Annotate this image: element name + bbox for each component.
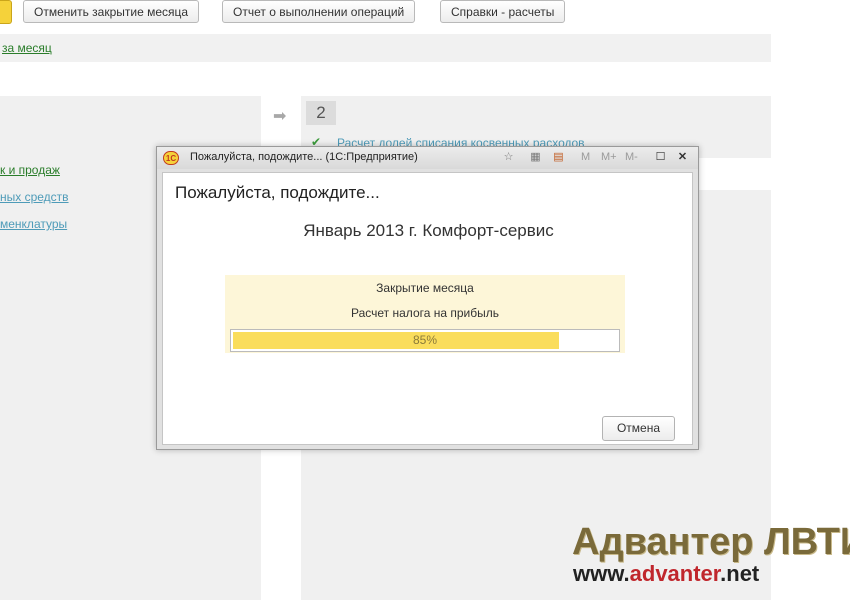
memory-m-button[interactable]: M: [581, 151, 590, 163]
subheader-band: [0, 34, 771, 62]
dialog-title: Пожалуйста, подождите... (1С:Предприятие…: [190, 151, 418, 163]
operation-label: Закрытие месяца: [376, 281, 474, 295]
watermark-url-suffix: .net: [720, 561, 760, 586]
watermark-url-prefix: www.: [573, 561, 630, 586]
cancel-button[interactable]: Отмена: [602, 416, 675, 441]
watermark-title: Адвантер ЛВТИ: [572, 521, 850, 563]
progress-bar: 85%: [230, 329, 620, 352]
watermark-url-brand: advanter: [629, 561, 721, 586]
dialog-titlebar[interactable]: 1С Пожалуйста, подождите... (1С:Предприя…: [157, 147, 698, 169]
yellow-accent-tab[interactable]: [0, 0, 12, 24]
step-number: 2: [306, 101, 336, 125]
wait-dialog: 1С Пожалуйста, подождите... (1С:Предприя…: [156, 146, 699, 450]
calendar-icon[interactable]: ▤: [552, 151, 565, 164]
arrow-right-icon: ➡: [273, 108, 287, 125]
step-label: Расчет налога на прибыль: [351, 306, 499, 320]
left-link-assets[interactable]: ных средств: [0, 190, 69, 204]
reference-calculations-button[interactable]: Справки - расчеты: [440, 0, 566, 23]
dialog-heading: Пожалуйста, подождите...: [175, 183, 380, 202]
left-link-nomenclature[interactable]: менклатуры: [0, 217, 67, 231]
left-link-sales[interactable]: к и продаж: [0, 163, 60, 177]
memory-m-minus-button[interactable]: M-: [625, 151, 638, 163]
1c-logo-icon: 1С: [163, 151, 179, 165]
calculator-icon[interactable]: ▦: [529, 151, 542, 164]
close-icon[interactable]: ✕: [676, 151, 689, 164]
operations-report-button[interactable]: Отчет о выполнении операций: [222, 0, 416, 23]
favorite-star-icon[interactable]: ☆: [502, 151, 515, 164]
cancel-month-close-button[interactable]: Отменить закрытие месяца: [23, 0, 200, 23]
progress-label: 85%: [412, 333, 438, 347]
period-company-title: Январь 2013 г. Комфорт-сервис: [303, 221, 554, 240]
dialog-content: Пожалуйста, подождите... Январь 2013 г. …: [162, 172, 693, 445]
watermark-url: www.advanter.net: [573, 561, 759, 587]
maximize-icon[interactable]: ☐: [654, 151, 667, 164]
month-link[interactable]: за месяц: [2, 41, 52, 55]
memory-m-plus-button[interactable]: M+: [601, 151, 617, 163]
